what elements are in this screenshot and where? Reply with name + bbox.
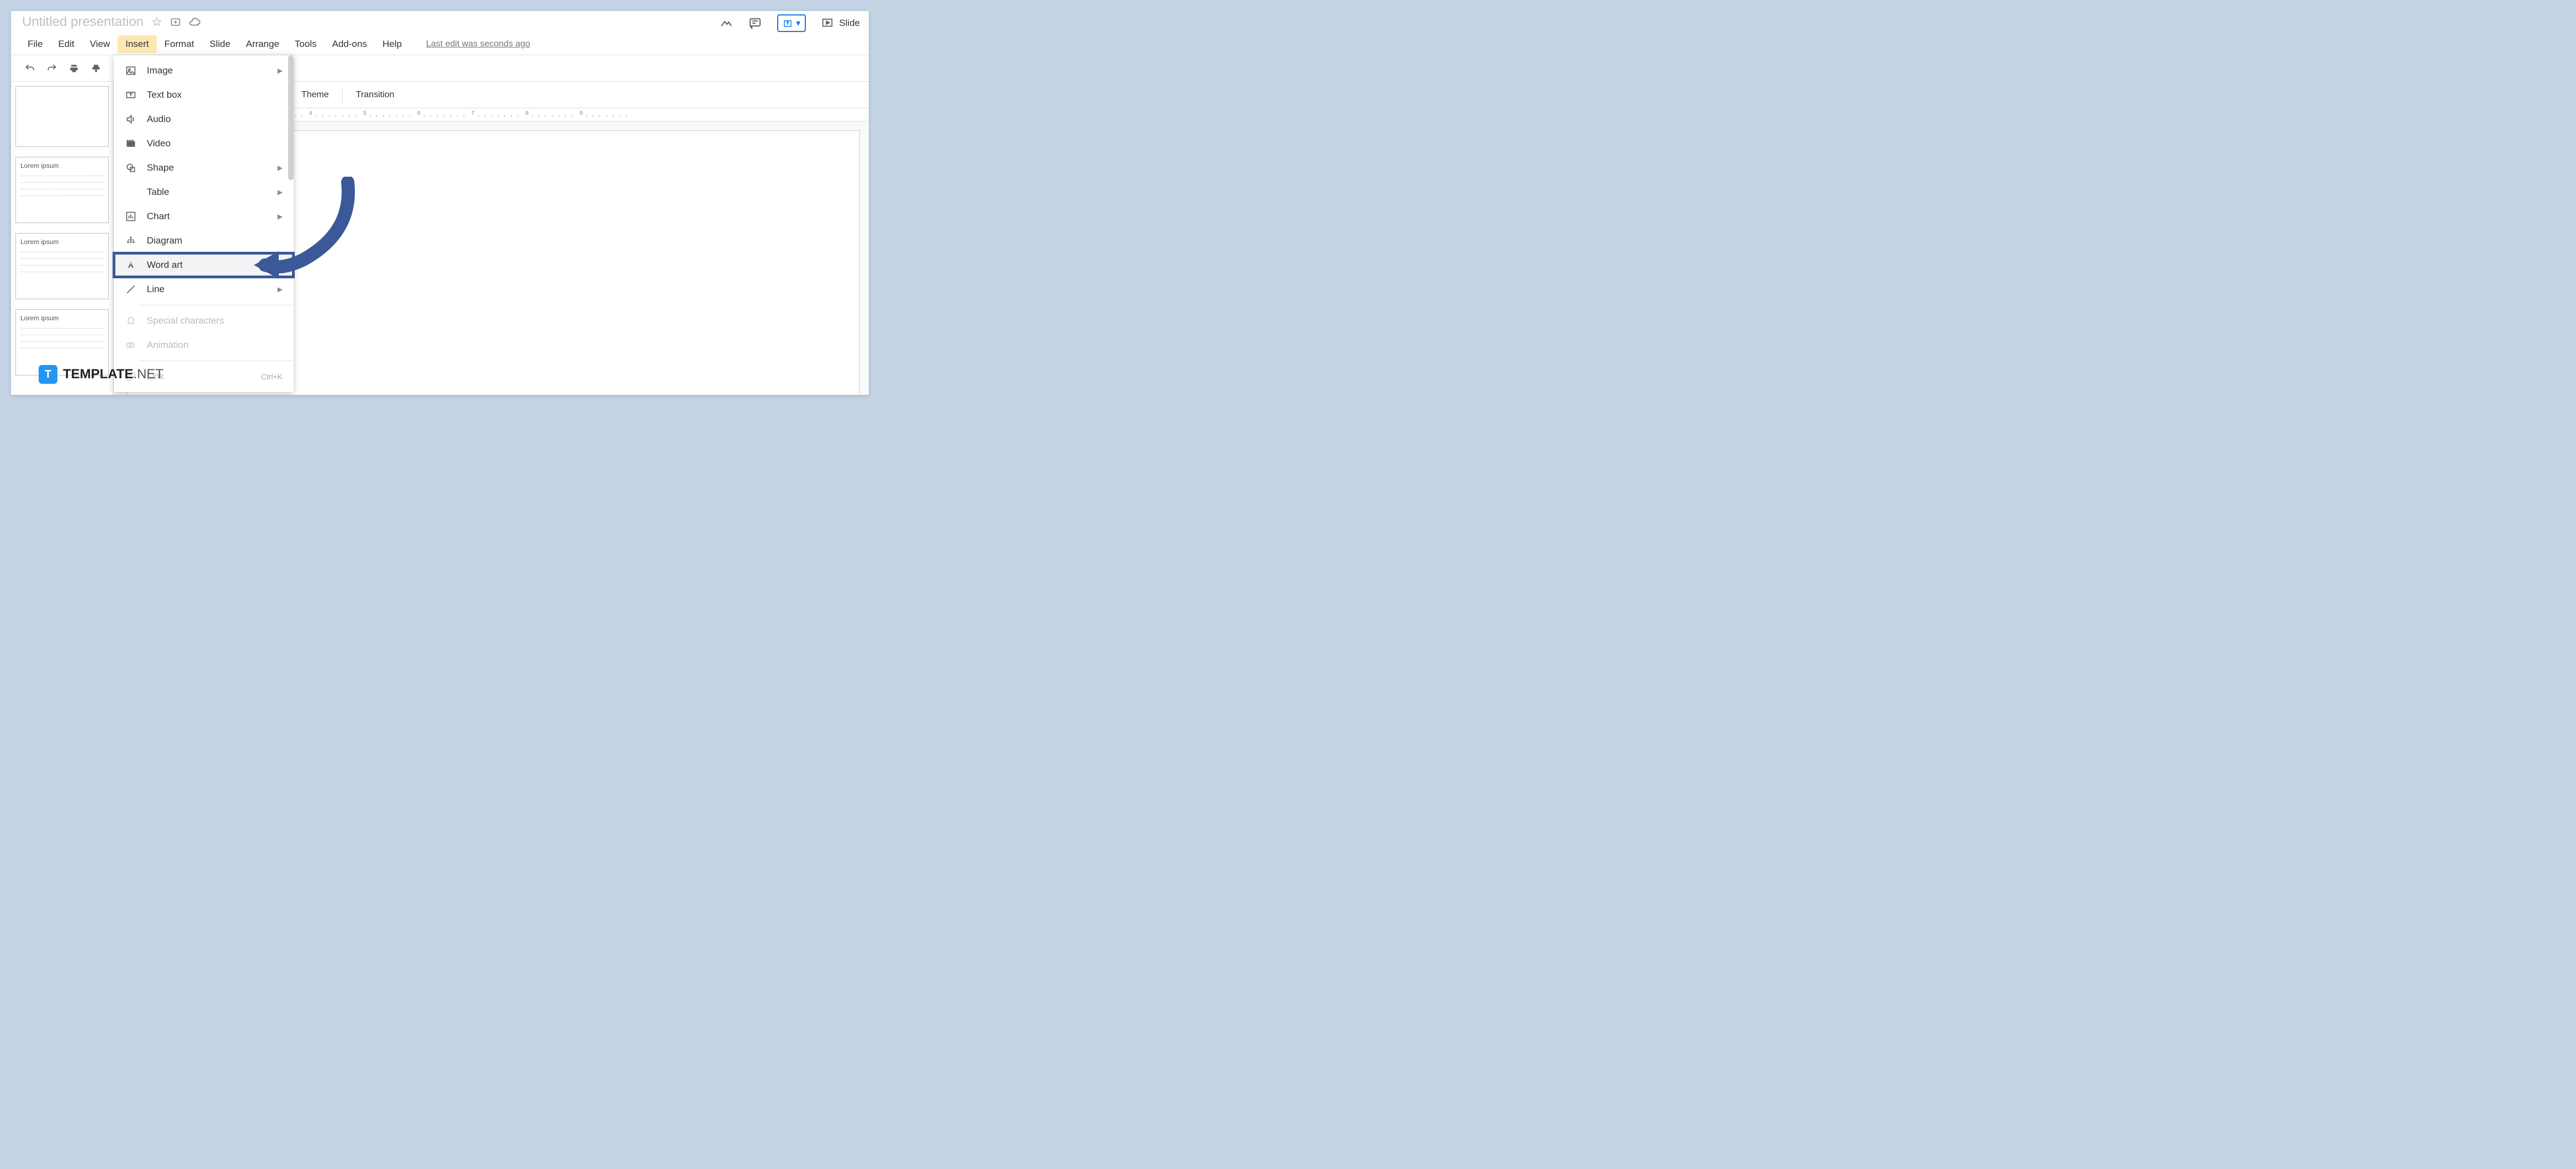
menu-item-special-characters: ΩSpecial characters (114, 309, 294, 333)
top-right-controls: ▾ Slide (720, 14, 860, 32)
menu-insert[interactable]: Insert (118, 35, 157, 53)
submenu-arrow-icon: ▶ (278, 285, 283, 293)
omega-icon: Ω (125, 315, 137, 327)
audio-icon (125, 113, 137, 125)
comments-icon[interactable] (748, 17, 762, 30)
video-icon (125, 137, 137, 150)
menu-item-word-art[interactable]: Word art (114, 253, 294, 277)
menu-item-image[interactable]: Image▶ (114, 59, 294, 83)
submenu-arrow-icon: ▶ (278, 213, 283, 220)
theme-button[interactable]: Theme (293, 87, 338, 103)
textbox-icon (125, 89, 137, 101)
menu-item-diagram[interactable]: Diagram (114, 229, 294, 253)
paint-format-icon[interactable] (91, 63, 102, 74)
chart-icon (125, 210, 137, 223)
menu-help[interactable]: Help (375, 35, 410, 53)
animation-icon (125, 339, 137, 351)
menu-item-line[interactable]: Line▶ (114, 277, 294, 301)
menu-item-chart[interactable]: Chart▶ (114, 204, 294, 229)
menu-arrange[interactable]: Arrange (238, 35, 286, 53)
menu-item-audio[interactable]: Audio (114, 107, 294, 131)
shape-icon (125, 162, 137, 174)
menu-edit[interactable]: Edit (50, 35, 82, 53)
present-button[interactable]: Slide (821, 17, 860, 29)
chevron-down-icon: ▾ (796, 18, 800, 29)
move-icon[interactable] (170, 17, 181, 28)
star-icon[interactable]: ☆ (151, 15, 162, 29)
menu-bar: File Edit View Insert Format Slide Arran… (11, 33, 869, 55)
submenu-arrow-icon: ▶ (278, 188, 283, 196)
menu-view[interactable]: View (82, 35, 118, 53)
menu-slide[interactable]: Slide (202, 35, 238, 53)
title-bar: Untitled presentation ☆ ▾ Slide (11, 11, 869, 33)
line-icon (125, 283, 137, 295)
wordart-icon (125, 259, 137, 271)
menu-item-text-box[interactable]: Text box (114, 83, 294, 107)
watermark-text: TEMPLATE.NET (63, 367, 163, 382)
undo-icon[interactable] (24, 63, 35, 74)
watermark-badge: T (39, 365, 57, 384)
activity-icon[interactable] (720, 17, 733, 30)
submenu-arrow-icon: ▶ (278, 67, 283, 75)
menu-addons[interactable]: Add-ons (325, 35, 375, 53)
menu-format[interactable]: Format (157, 35, 202, 53)
menu-item-video[interactable]: Video (114, 131, 294, 156)
share-button[interactable]: ▾ (777, 14, 806, 32)
cloud-icon[interactable] (189, 16, 201, 28)
menu-item-shape[interactable]: Shape▶ (114, 156, 294, 180)
slide-thumbnail-1[interactable] (15, 86, 109, 147)
transition-button[interactable]: Transition (347, 87, 403, 103)
document-title[interactable]: Untitled presentation (22, 14, 144, 30)
insert-menu-dropdown: Image▶Text boxAudioVideoShape▶Table▶Char… (114, 55, 294, 392)
menu-file[interactable]: File (20, 35, 50, 53)
image-icon (125, 65, 137, 77)
redo-icon[interactable] (46, 63, 57, 74)
slide-thumbnail-2[interactable]: Lorem ipsum (15, 157, 109, 223)
slide-thumbnail-3[interactable]: Lorem ipsum (15, 233, 109, 299)
diagram-icon (125, 235, 137, 247)
menu-item-animation: Animation (114, 333, 294, 357)
print-icon[interactable] (68, 63, 79, 74)
last-edit-link[interactable]: Last edit was seconds ago (426, 39, 530, 49)
watermark: T TEMPLATE.NET (39, 365, 163, 384)
app-window: Untitled presentation ☆ ▾ Slide File Edi… (11, 11, 869, 395)
slide-panel[interactable]: Lorem ipsum Lorem ipsum Lorem ipsum (11, 82, 114, 395)
menu-item-table[interactable]: Table▶ (114, 180, 294, 204)
submenu-arrow-icon: ▶ (278, 164, 283, 172)
blank-icon (125, 186, 137, 198)
menu-tools[interactable]: Tools (287, 35, 325, 53)
